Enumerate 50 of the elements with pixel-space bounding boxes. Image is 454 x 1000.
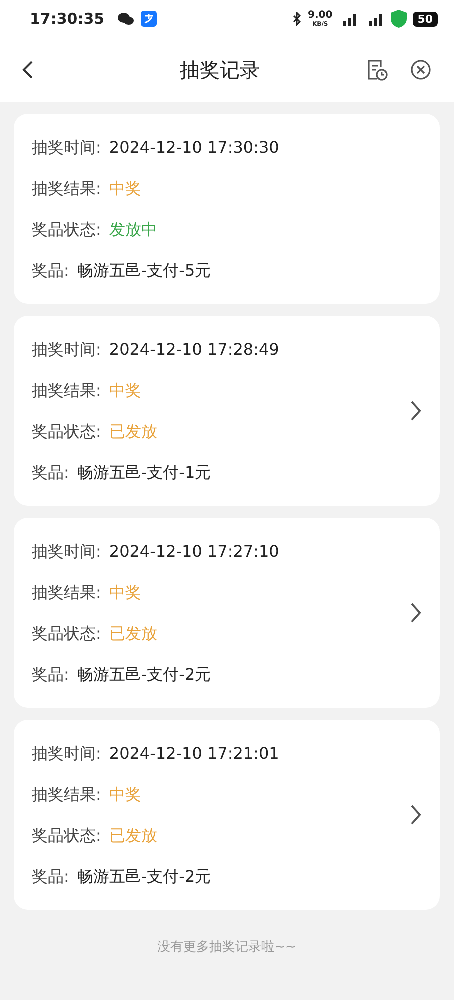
chevron-right-icon[interactable] [410,804,422,826]
field-label: 奖品: [32,866,70,887]
status-time: 17:30:35 [30,10,105,28]
draw-result: 中奖 [109,784,142,805]
field-label: 抽奖时间: [32,137,102,158]
chat-icon [116,12,135,26]
field-label: 抽奖时间: [32,743,102,764]
draw-result: 中奖 [109,380,142,401]
field-label: 抽奖结果: [32,784,102,805]
field-label: 抽奖结果: [32,582,102,603]
field-label: 奖品状态: [32,623,102,644]
draw-time: 2024-12-10 17:28:49 [109,339,280,360]
field-label: 奖品: [32,260,70,281]
document-clock-icon[interactable] [366,59,388,81]
field-label: 抽奖时间: [32,541,102,562]
network-speed: 9.00 [308,10,333,20]
record-card[interactable]: 抽奖时间: 2024-12-10 17:27:10 抽奖结果: 中奖 奖品状态: 已发放 奖品: 畅游五邑-支付-2元 [14,518,440,708]
prize-name: 畅游五邑-支付-5元 [77,260,212,281]
prize-status: 已发放 [109,623,158,644]
draw-time: 2024-12-10 17:21:01 [109,743,280,764]
close-icon[interactable] [410,59,432,81]
draw-time: 2024-12-10 17:27:10 [109,541,280,562]
draw-result: 中奖 [109,582,142,603]
prize-status: 已发放 [109,421,158,442]
record-card[interactable]: 抽奖时间: 2024-12-10 17:21:01 抽奖结果: 中奖 奖品状态: 已发放 奖品: 畅游五邑-支付-2元 [14,720,440,910]
chevron-right-icon[interactable] [410,400,422,422]
page-title: 抽奖记录 [179,56,261,84]
field-label: 奖品: [32,462,70,483]
battery-level: 50 [412,12,438,26]
prize-name: 畅游五邑-支付-1元 [77,462,212,483]
draw-result: 中奖 [109,178,142,199]
prize-status: 发放中 [109,219,158,240]
app-icon [140,11,157,27]
shield-icon [390,10,407,28]
field-label: 抽奖结果: [32,380,102,401]
draw-time: 2024-12-10 17:30:30 [109,137,280,158]
back-icon[interactable] [22,60,34,80]
field-label: 抽奖结果: [32,178,102,199]
field-label: 奖品: [32,664,70,685]
prize-name: 畅游五邑-支付-2元 [77,664,212,685]
field-label: 奖品状态: [32,219,102,240]
field-label: 奖品状态: [32,825,102,846]
chevron-right-icon[interactable] [410,602,422,624]
record-card[interactable]: 抽奖时间: 2024-12-10 17:28:49 抽奖结果: 中奖 奖品状态: 已发放 奖品: 畅游五邑-支付-1元 [14,316,440,506]
end-of-list-note: 没有更多抽奖记录啦~~ [156,939,298,956]
bluetooth-icon [292,12,302,26]
prize-status: 已发放 [109,825,158,846]
field-label: 抽奖时间: [32,339,102,360]
prize-name: 畅游五邑-支付-2元 [77,866,212,887]
field-label: 奖品状态: [32,421,102,442]
